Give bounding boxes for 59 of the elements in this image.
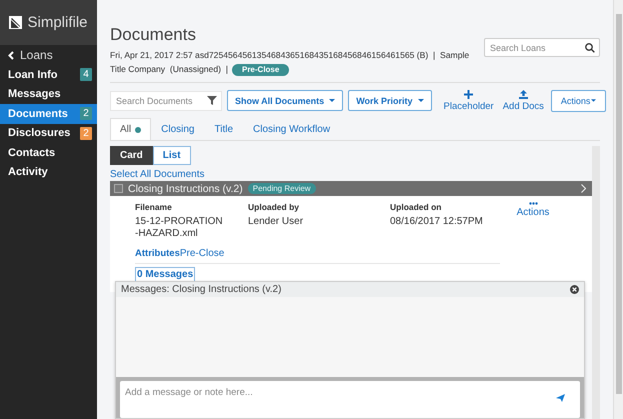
count-badge: 4 <box>80 68 92 82</box>
upload-icon <box>518 90 528 98</box>
search-field[interactable]: Search Documents <box>110 90 222 110</box>
search-icon[interactable] <box>585 43 595 53</box>
field-value: 08/16/2017 12:57PM <box>390 216 484 229</box>
sidebar-item[interactable]: Documents <box>8 108 68 120</box>
status-badge: Pending Review <box>248 183 316 194</box>
send-icon[interactable] <box>556 394 565 402</box>
caret-icon <box>591 99 596 102</box>
plus-icon <box>464 90 474 98</box>
checkbox[interactable] <box>114 184 123 193</box>
field-value: 15-12-PRORATION-HAZARD.xml <box>135 216 224 240</box>
dropdown-button[interactable]: Show All Documents <box>227 90 344 111</box>
view-toggle[interactable]: List <box>152 146 191 165</box>
panel-scrollbar[interactable] <box>592 146 600 419</box>
messages-button[interactable]: 0 Messages <box>135 267 196 282</box>
filter-icon[interactable] <box>207 96 217 104</box>
logo-icon <box>9 16 22 29</box>
message-input[interactable]: Add a message or note here... <box>120 381 580 418</box>
sidebar-item[interactable]: Messages <box>8 88 61 100</box>
more-icon <box>528 202 538 205</box>
actions-menu-button[interactable]: Actions <box>550 90 606 112</box>
page-title: Documents <box>110 25 197 45</box>
loan-info: Title Company (Unassigned) | <box>110 64 228 74</box>
caret-icon <box>329 99 336 102</box>
tab[interactable]: Closing <box>151 118 204 140</box>
panel-title: Messages: Closing Instructions (v.2) <box>121 284 282 295</box>
count-badge: 2 <box>80 107 92 120</box>
select-all-link[interactable]: Select All Documents <box>110 169 204 180</box>
caret-icon <box>418 99 424 102</box>
sidebar-item[interactable]: Loan Info <box>8 68 58 81</box>
tab[interactable]: Closing Workflow <box>243 118 340 140</box>
tab[interactable]: All <box>110 118 152 140</box>
attribute-value: Pre-Close <box>180 248 224 259</box>
sidebar-item[interactable]: Disclosures <box>8 127 70 140</box>
column-heading: Filename <box>135 202 173 212</box>
sidebar-item[interactable]: Activity <box>8 166 48 178</box>
tab[interactable]: Title <box>204 118 244 140</box>
view-toggle[interactable]: Card <box>110 146 153 165</box>
count-badge: 2 <box>80 126 92 140</box>
chevron-left-icon <box>8 50 14 60</box>
search-field[interactable]: Search Loans <box>484 38 600 57</box>
add-placeholder-button[interactable]: Placeholder <box>442 90 496 112</box>
logo-text: Simplifile <box>27 14 88 31</box>
page-scrollbar[interactable] <box>613 0 623 419</box>
field-value: Lender User <box>248 216 304 229</box>
column-heading: Uploaded by <box>248 202 300 212</box>
attributes-label: Attributes <box>135 248 180 259</box>
status-badge: Pre-Close <box>232 64 290 76</box>
close-icon[interactable] <box>570 285 579 294</box>
back-link[interactable]: Loans <box>0 45 97 65</box>
add-docs-button[interactable]: Add Docs <box>500 90 546 112</box>
loan-info: Fri, Apr 21, 2017 2:57 asd7254564561354684365168435168456846156461565 (B) | Sample <box>110 50 470 60</box>
chevron-right-icon[interactable] <box>581 184 586 193</box>
actions-button[interactable]: Actions <box>508 202 558 240</box>
dropdown-button[interactable]: Work Priority <box>348 90 432 111</box>
column-heading: Uploaded on <box>390 202 442 212</box>
sidebar-item[interactable]: Contacts <box>8 146 56 159</box>
document-title: Closing Instructions (v.2) <box>128 182 243 194</box>
